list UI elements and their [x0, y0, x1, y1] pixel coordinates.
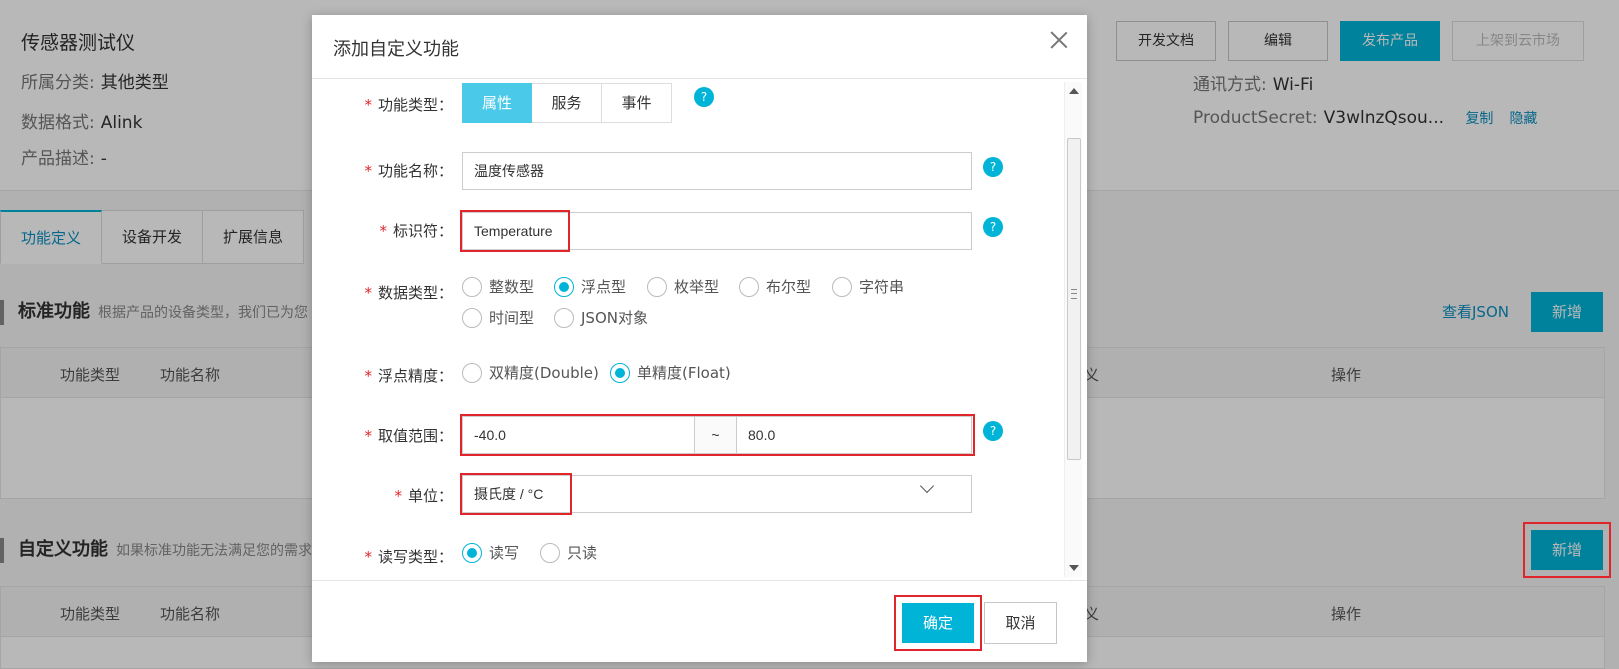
unit-highlight [460, 473, 572, 515]
scroll-thumb[interactable] [1067, 138, 1081, 460]
precision-label: * 浮点精度： [364, 367, 453, 385]
close-icon[interactable] [1048, 29, 1070, 51]
rw-readonly[interactable]: 只读 [540, 543, 597, 563]
custom-add-highlight [1523, 522, 1611, 578]
dialog-divider [312, 78, 1087, 79]
data-type-integer[interactable]: 整数型 [462, 277, 534, 297]
func-type-service[interactable]: 服务 [532, 83, 602, 123]
func-name-input[interactable]: 温度传感器 [462, 152, 972, 190]
func-type-switch: 属性 服务 事件 [462, 83, 672, 123]
func-type-property[interactable]: 属性 [462, 83, 532, 123]
scroll-down-icon[interactable] [1069, 565, 1079, 571]
precision-double[interactable]: 双精度(Double) [462, 363, 599, 383]
rw-label: * 读写类型： [364, 548, 453, 566]
func-type-event[interactable]: 事件 [602, 83, 672, 123]
precision-float[interactable]: 单精度(Float) [610, 363, 731, 383]
dialog-footer-divider [312, 580, 1087, 581]
help-icon[interactable]: ? [983, 157, 1003, 177]
confirm-highlight [894, 595, 982, 651]
cancel-button[interactable]: 取消 [984, 602, 1057, 644]
identifier-label: * 标识符： [379, 222, 453, 240]
grip-icon [1071, 289, 1077, 299]
dialog-title: 添加自定义功能 [333, 39, 459, 60]
help-icon[interactable]: ? [694, 87, 714, 107]
data-type-float[interactable]: 浮点型 [554, 277, 626, 297]
data-type-bool[interactable]: 布尔型 [739, 277, 811, 297]
help-icon[interactable]: ? [983, 421, 1003, 441]
help-icon[interactable]: ? [983, 217, 1003, 237]
data-type-enum[interactable]: 枚举型 [647, 277, 719, 297]
func-type-label: * 功能类型： [364, 96, 453, 114]
add-custom-function-dialog: 添加自定义功能 * 功能类型： 属性 服务 事件 ? * 功能名称： 温度传感器 ?… [312, 15, 1087, 662]
data-type-date[interactable]: 时间型 [462, 308, 534, 328]
rw-readwrite[interactable]: 读写 [462, 543, 519, 563]
data-type-json[interactable]: JSON对象 [554, 308, 648, 328]
unit-label: * 单位： [394, 487, 453, 505]
dialog-scrollbar[interactable] [1064, 82, 1082, 577]
range-label: * 取值范围： [364, 427, 453, 445]
scroll-up-icon[interactable] [1069, 88, 1079, 94]
range-highlight [460, 414, 975, 456]
func-name-label: * 功能名称： [364, 162, 453, 180]
data-type-string[interactable]: 字符串 [832, 277, 904, 297]
identifier-highlight [460, 210, 570, 252]
data-type-label: * 数据类型： [364, 284, 453, 302]
